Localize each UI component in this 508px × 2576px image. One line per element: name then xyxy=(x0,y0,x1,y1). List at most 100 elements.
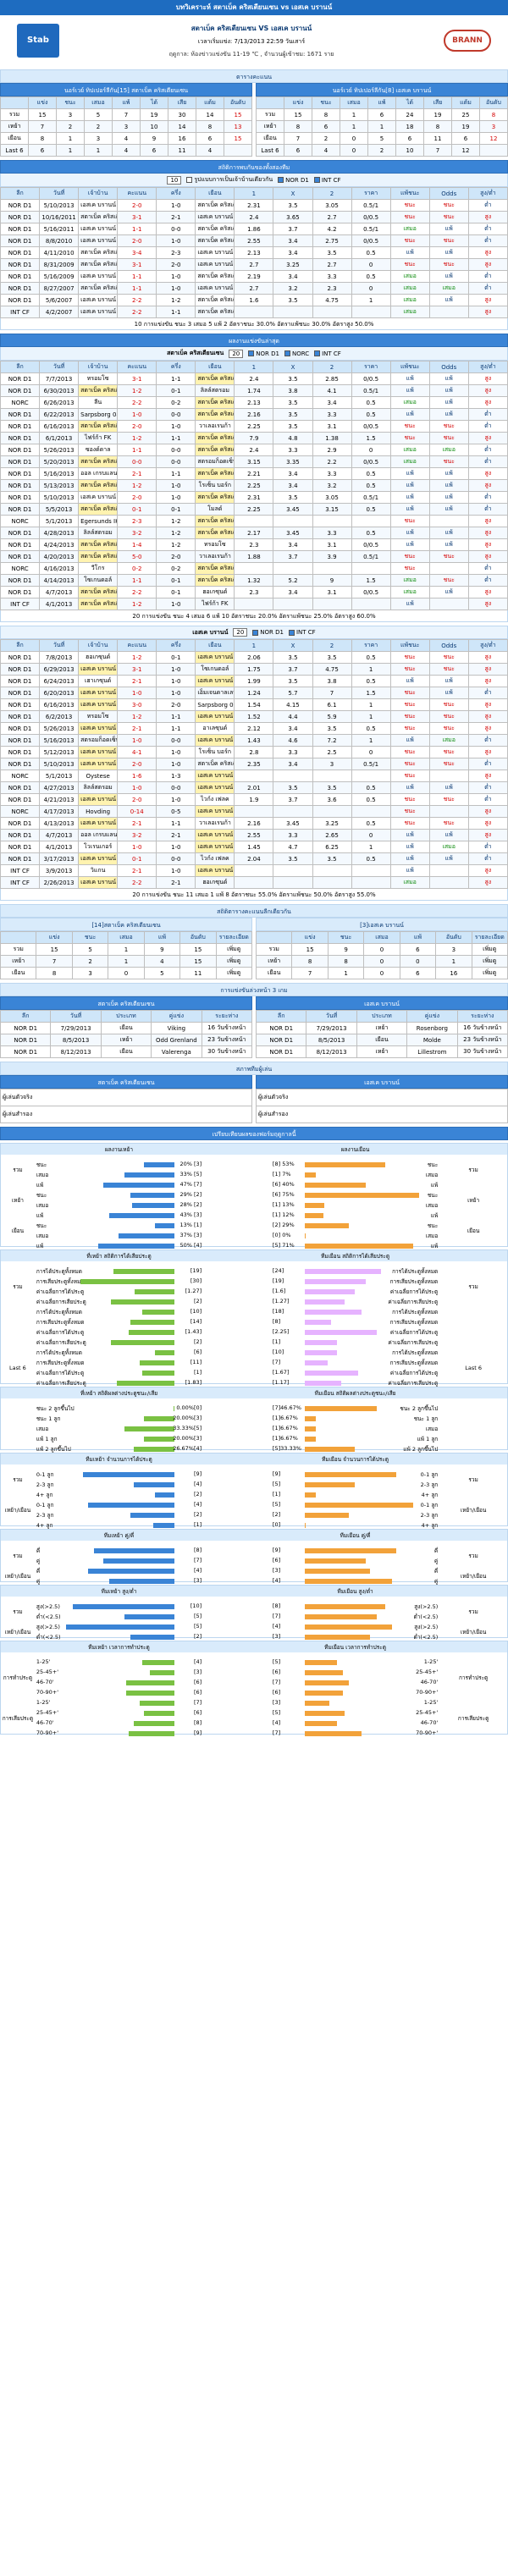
match-cell[interactable]: สตาเบ็ค คริสเตียนเซน xyxy=(78,420,119,433)
match-cell[interactable]: เฮาเกซุนด์ xyxy=(78,675,119,687)
match-cell[interactable]: เอสเค บรานน์ xyxy=(195,258,235,271)
match-row[interactable]: NOR D1 3/17/2013 เอสเค บรานน์ 0-1 0-0 ไวก์ง เ… xyxy=(0,852,508,865)
match-row[interactable]: NOR D1 6/1/2013 ไฟร์ก้า FK 1-2 1-1 สตาเบ็ค คร… xyxy=(0,432,508,444)
match-row[interactable]: NOR D1 5/16/2011 เอสเค บรานน์ 1-1 0-0 สตาเบ็ค… xyxy=(0,223,508,235)
match-cell[interactable]: เอสเค บรานน์ xyxy=(195,841,235,853)
match-cell[interactable]: ลิลล์สตรอม xyxy=(78,527,119,539)
checkbox-icon[interactable] xyxy=(252,629,259,636)
match-cell[interactable]: สตาเบ็ค คริสเตียนเซน xyxy=(78,384,119,397)
checkbox-icon[interactable] xyxy=(278,177,284,183)
match-cell[interactable]: โวเรนเกอร์ xyxy=(78,841,119,853)
match-cell[interactable]: ซองด์ดาล xyxy=(78,444,119,456)
match-cell[interactable]: สตาเบ็ค คริสเตียนเซน xyxy=(195,432,235,444)
match-cell[interactable]: เอสเค บรานน์ xyxy=(78,234,119,247)
match-cell[interactable]: ลีน xyxy=(78,396,119,409)
checkbox-icon[interactable] xyxy=(314,350,321,356)
standings-home-title[interactable]: นอร์เวย์ ทิปเปอร์ลีกัน[15] สตาเบ็ค คริสเ… xyxy=(0,83,252,97)
match-cell[interactable]: Egersunds IK xyxy=(78,515,119,527)
match-cell[interactable]: สตาเบ็ค คริสเตียนเซน xyxy=(195,294,235,306)
match-cell[interactable]: สตาเบ็ค คริสเตียนเซน xyxy=(78,538,119,551)
match-cell[interactable]: สตรอมก็อดเซ็ท xyxy=(195,455,235,468)
match-cell[interactable]: สตาเบ็ค คริสเตียนเซน xyxy=(195,515,235,527)
match-cell[interactable]: เอสเค บรานน์ xyxy=(78,491,119,504)
match-row[interactable]: NOR D110/16/2011สตาเบ็ค คริสเตียนเซน3-12… xyxy=(0,211,508,223)
match-cell[interactable]: สตาเบ็ค คริสเตียนเซน xyxy=(195,396,235,409)
match-cell[interactable]: สตาเบ็ค คริสเตียนเซน xyxy=(78,282,119,295)
match-row[interactable]: INT CF4/1/2013สตาเบ็ค คริสเตียนเซน1-21-0… xyxy=(0,598,508,610)
match-cell[interactable]: สตาเบ็ค คริสเตียนเซน xyxy=(195,408,235,421)
match-cell[interactable]: ไวก์ง เฟลค xyxy=(195,793,235,806)
match-row[interactable]: NORC 5/1/2013 Oystese 1-6 1-3 เอสเค บรานน์ ชนะ… xyxy=(0,769,508,782)
match-cell[interactable]: วีโกร xyxy=(78,562,119,575)
match-row[interactable]: NOR D1 5/26/2013 ซองด์ดาล 1-1 0-0 สตาเบ็ค คริ… xyxy=(0,444,508,456)
match-row[interactable]: NOR D1 4/7/2013 ออล เกรบแลนด์ 3-2 2-1 เอสเค บ… xyxy=(0,829,508,841)
match-cell[interactable]: ลิลล์สตรอม xyxy=(78,781,119,794)
match-row[interactable]: NOR D17/7/2013ทรอมโซ3-11-1สตาเบ็ค คริสเต… xyxy=(0,372,508,385)
match-row[interactable]: NOR D1 4/27/2013 ลิลล์สตรอม 1-0 0-0 เอสเค บรา… xyxy=(0,781,508,794)
recent-home-filter-2[interactable]: NORC xyxy=(284,350,309,357)
checkbox-icon[interactable] xyxy=(313,177,320,183)
match-cell[interactable]: สตาเบ็ค คริสเตียนเซน xyxy=(195,562,235,575)
recent-home-filter-3[interactable]: INT CF xyxy=(314,350,341,357)
match-row[interactable]: NORC4/16/2013วีโกร0-20-2สตาเบ็ค คริสเตีย… xyxy=(0,562,508,575)
match-teams[interactable]: สตาเบ็ค คริสเตียนเซน VS เอสเค บรานน์ xyxy=(59,23,444,34)
match-cell[interactable]: ทรอมโซ xyxy=(78,710,119,723)
match-row[interactable]: NOR D18/27/2007สตาเบ็ค คริสเตียนเซน1-11-… xyxy=(0,282,508,295)
match-cell[interactable]: โมลด์ xyxy=(195,503,235,516)
match-cell[interactable]: เอสเค บรานน์ xyxy=(195,282,235,295)
match-cell[interactable]: เอสเค บรานน์ xyxy=(78,294,119,306)
match-cell[interactable]: เอสเค บรานน์ xyxy=(195,651,235,664)
match-cell[interactable]: สตาเบ็ค คริสเตียนเซน xyxy=(195,199,235,212)
match-cell[interactable]: สตาเบ็ค คริสเตียนเซน xyxy=(78,598,119,610)
match-cell[interactable]: เอสเค บรานน์ xyxy=(195,211,235,223)
match-row[interactable]: NOR D1 5/6/2007 เอสเค บรานน์ 2-2 1-2 สตาเบ็ค … xyxy=(0,294,508,306)
match-row[interactable]: NOR D1 5/16/2013 สตรอมก็อดเซ็ท 1-0 0-0 เอสเค … xyxy=(0,734,508,747)
match-cell[interactable]: สตาเบ็ค คริสเตียนเซน xyxy=(195,223,235,235)
checkbox-icon[interactable] xyxy=(288,629,295,636)
match-cell[interactable]: สตาเบ็ค คริสเตียนเซน xyxy=(195,758,235,770)
match-cell[interactable]: สตาเบ็ค คริสเตียนเซน xyxy=(78,586,119,598)
match-cell[interactable]: Sarpsborg 08 FF xyxy=(78,408,119,421)
recent-home-count-select[interactable]: 20 xyxy=(229,349,244,358)
match-cell[interactable]: วาเลอเรนก้า xyxy=(195,817,235,830)
match-row[interactable]: NOR D16/16/2013สตาเบ็ค คริสเตียนเซน2-01-… xyxy=(0,420,508,433)
match-cell[interactable]: สตาเบ็ค คริสเตียนเซน xyxy=(195,234,235,247)
h2h-filter-1[interactable]: NOR D1 xyxy=(278,177,309,184)
match-cell[interactable]: สตาเบ็ค คริสเตียนเซน xyxy=(195,372,235,385)
match-row[interactable]: NOR D1 5/16/2013 ออล เกรบแลนด์ 2-1 1-1 สตาเบ็… xyxy=(0,467,508,480)
match-cell[interactable]: สตาเบ็ค คริสเตียนเซน xyxy=(78,211,119,223)
match-cell[interactable]: ทรอมโซ xyxy=(195,538,235,551)
match-row[interactable]: NOR D1 5/10/2013 เอสเค บรานน์ 2-0 1-0 สตาเบ็ค… xyxy=(0,199,508,212)
match-cell[interactable]: สตาเบ็ค คริสเตียนเซน xyxy=(78,550,119,563)
match-cell[interactable]: ฮอเกซุนด์ xyxy=(195,586,235,598)
match-cell[interactable]: เอสเค บรานน์ xyxy=(195,864,235,877)
match-cell[interactable]: วาเลอเรนก้า xyxy=(195,420,235,433)
match-row[interactable]: NOR D1 5/12/2013 เอสเค บรานน์ 4-1 1-0 โรเซ็น … xyxy=(0,746,508,758)
match-row[interactable]: NOR D1 5/16/2009 เอสเค บรานน์ 1-1 1-0 สตาเบ็ค… xyxy=(0,270,508,283)
match-row[interactable]: NOR D16/22/2013Sarpsborg 08 FF1-00-0สตาเ… xyxy=(0,408,508,421)
match-cell[interactable]: เอสเค บรานน์ xyxy=(78,746,119,758)
match-row[interactable]: NOR D1 5/26/2013 เอสเค บรานน์ 2-1 1-1 อาเลซุน… xyxy=(0,722,508,735)
h2h-filter-2[interactable]: INT CF xyxy=(313,177,341,184)
match-cell[interactable]: เอสเค บรานน์ xyxy=(78,758,119,770)
match-cell[interactable]: เอสเค บรานน์ xyxy=(78,199,119,212)
match-cell[interactable]: เอสเค บรานน์ xyxy=(78,270,119,283)
match-row[interactable]: NOR D1 6/2/2013 ทรอมโซ 1-2 1-1 เอสเค บรานน์ 1.… xyxy=(0,710,508,723)
match-cell[interactable]: เอสเค บรานน์ xyxy=(195,246,235,259)
match-cell[interactable]: โซเกนดอล์ xyxy=(78,574,119,587)
match-cell[interactable]: สตาเบ็ค คริสเตียนเซน xyxy=(78,258,119,271)
match-row[interactable]: NOR D1 5/10/2013 เอสเค บรานน์ 2-0 1-0 สตาเบ็ค… xyxy=(0,758,508,770)
checkbox-icon[interactable] xyxy=(186,176,193,183)
match-row[interactable]: NOR D1 8/8/2010 เอสเค บรานน์ 2-0 1-0 สตาเบ็ค … xyxy=(0,234,508,247)
match-cell[interactable]: เอสเค บรานน์ xyxy=(78,722,119,735)
match-row[interactable]: NOR D14/20/2013สตาเบ็ค คริสเตียนเซน5-02-… xyxy=(0,550,508,563)
match-row[interactable]: INT CF 4/2/2007 เอสเค บรานน์ 2-2 1-1 สตาเบ็ค … xyxy=(0,306,508,318)
match-cell[interactable]: ไวก์ง เฟลค xyxy=(195,852,235,865)
recent-away-filter-2[interactable]: INT CF xyxy=(288,629,316,636)
match-cell[interactable]: ฮอเกซุนด์ xyxy=(78,651,119,664)
match-cell[interactable]: เอสเค บรานน์ xyxy=(195,734,235,747)
match-cell[interactable]: สตาเบ็ค คริสเตียนเซน xyxy=(195,306,235,318)
match-cell[interactable]: โซเกนดอล์ xyxy=(195,663,235,676)
match-cell[interactable]: อาเลซุนด์ xyxy=(195,722,235,735)
match-cell[interactable]: สตรอมก็อดเซ็ท xyxy=(78,734,119,747)
